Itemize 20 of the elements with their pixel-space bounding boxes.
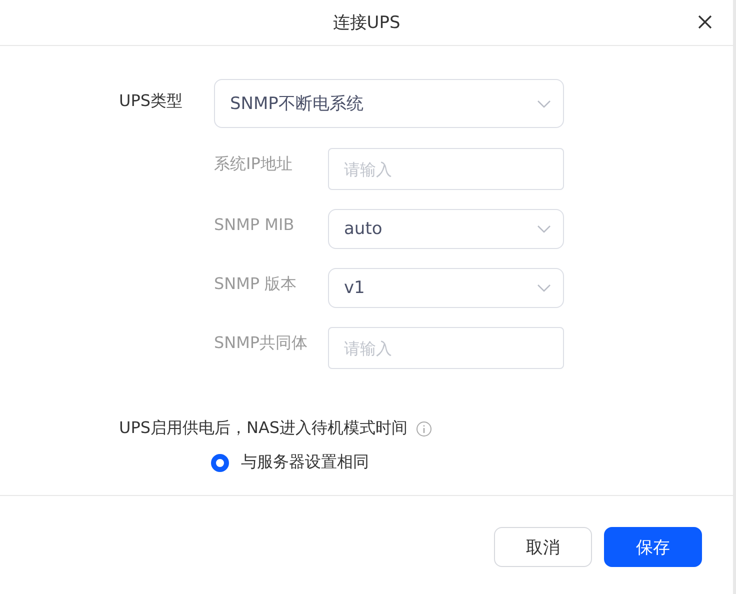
field-label: UPS类型 [119,90,184,112]
setting-label: UPS启用供电后，NAS进入待机模式时间 [119,418,408,439]
cancel-button[interactable]: 取消 [494,527,592,567]
chevron-icon [537,284,551,292]
dropdown[interactable]: v1 [328,268,564,308]
chevron-icon [537,225,551,233]
ups-type-dropdown[interactable]: SNMP不断电系统 [214,79,564,128]
field-label: SNMP MIB [214,214,296,234]
chevron-icon [537,100,551,108]
field-label: SNMP 版本 [214,273,298,295]
field-label: SNMP共同体 [214,332,309,354]
field-label: 系统IP地址 [214,153,294,175]
input-field[interactable]: 请输入 [328,327,564,369]
save-button[interactable]: 保存 [604,527,702,567]
radio-label: 与服务器设置相同 [241,452,369,473]
close-icon[interactable] [698,15,712,29]
radio-button[interactable] [211,454,229,472]
input-field[interactable]: 请输入 [328,148,564,190]
dialog-title: 连接UPS [332,12,400,34]
dropdown[interactable]: auto [328,209,564,249]
